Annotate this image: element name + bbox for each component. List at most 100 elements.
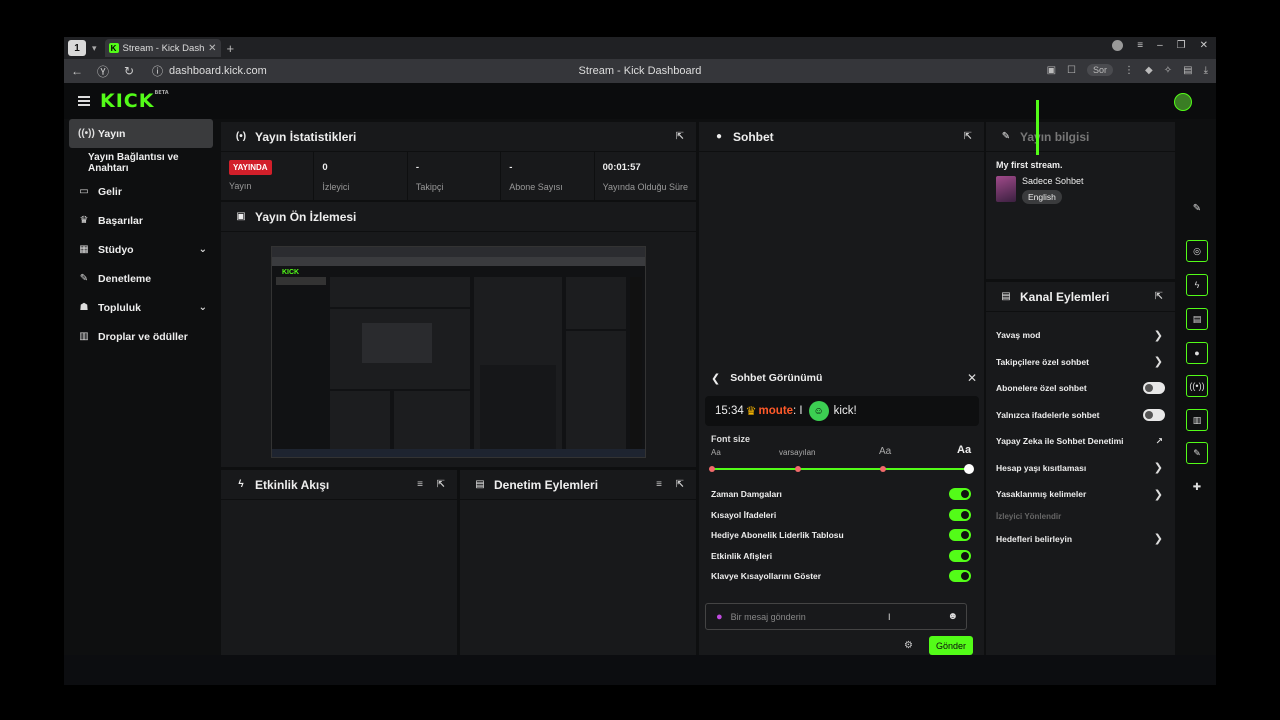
menu-icon[interactable]: ≡ — [1137, 40, 1143, 51]
avatar[interactable] — [1174, 93, 1192, 111]
reload-icon[interactable]: ↻ — [116, 64, 142, 78]
popout-icon[interactable]: ⇱ — [676, 479, 684, 490]
toggle-switch[interactable] — [949, 570, 971, 583]
popout-icon[interactable]: ⇱ — [676, 131, 684, 142]
sidebar-item-droplar[interactable]: ▥ Droplar ve ödüller — [64, 322, 219, 351]
stat-subscribers: - Abone Sayısı — [501, 152, 595, 200]
action-subscribers-only[interactable]: Abonelere özel sohbet — [986, 375, 1175, 402]
yandex-icon[interactable]: Ⓨ — [90, 63, 116, 80]
more-icon[interactable]: ⋮ — [1124, 65, 1134, 76]
action-ai-moderation[interactable]: Yapay Zeka ile Sohbet Denetimi ↗ — [986, 428, 1175, 455]
rail-activity-button[interactable]: ϟ — [1186, 274, 1208, 296]
emoji-icon[interactable]: ☻ — [947, 611, 958, 622]
stat-followers: - Takipçi — [408, 152, 502, 200]
toggle-switch[interactable] — [949, 508, 971, 521]
rail-channel-actions-button[interactable]: ▥ — [1186, 409, 1208, 431]
activity-panel-header: ϟ Etkinlik Akışı ≡ ⇱ — [221, 470, 457, 500]
back-icon[interactable]: ← — [64, 64, 90, 78]
rail-info-button[interactable]: ✎ — [1186, 442, 1208, 464]
gear-icon[interactable]: ⚙ — [904, 640, 913, 651]
edit-icon[interactable]: ✎ — [1186, 197, 1208, 219]
activity-panel: ϟ Etkinlik Akışı ≡ ⇱ — [221, 470, 457, 655]
collections-icon[interactable]: ▤ — [1183, 65, 1192, 76]
chat-message-input[interactable]: ● Bir mesaj gönderin I ☻ — [705, 603, 967, 630]
toggle-switch[interactable] — [949, 549, 971, 562]
filter-icon[interactable]: ≡ — [656, 479, 662, 490]
sidebar-item-topluluk[interactable]: ☗ Topluluk ⌄ — [64, 293, 219, 322]
toggle-row-keyboard-shortcuts[interactable]: Klavye Kısayollarını Göster — [705, 566, 979, 587]
action-set-goals[interactable]: Hedefleri belirleyin ❯ — [986, 526, 1175, 553]
action-banned-words[interactable]: Yasaklanmış kelimeler ❯ — [986, 481, 1175, 508]
activity-panel-title: Etkinlik Akışı — [255, 477, 330, 492]
rail-chat-button[interactable]: ● — [1186, 342, 1208, 364]
toggle-row-timestamps[interactable]: Zaman Damgaları — [705, 484, 979, 505]
toggle-switch[interactable] — [949, 488, 971, 501]
download-icon[interactable]: ⤓ — [1204, 65, 1208, 76]
chat-bubble-icon: ● — [715, 131, 723, 142]
chat-send-row: ⚙ Gönder — [705, 636, 973, 656]
broadcast-icon: ◎ — [1193, 245, 1201, 256]
rail-broadcast-button[interactable]: ((•)) — [1186, 375, 1208, 397]
category-name[interactable]: Sadece Sohbet — [1022, 176, 1084, 186]
chevron-right-icon: ❯ — [1153, 533, 1163, 546]
sidebar-item-denetleme[interactable]: ✎ Denetleme — [64, 264, 219, 293]
font-size-slider[interactable] — [709, 462, 974, 476]
maximize-button[interactable]: ❐ — [1177, 40, 1186, 51]
kick-logo[interactable]: KICKBETA — [100, 90, 169, 112]
address-bar: ← Ⓨ ↻ ⓘ dashboard.kick.com Stream - Kick… — [64, 59, 1216, 83]
tab-counter[interactable]: 1 — [68, 40, 86, 56]
toggle-switch[interactable] — [949, 529, 971, 542]
sidebar-item-yayin[interactable]: ((•)) Yayın — [69, 119, 213, 148]
new-tab-button[interactable]: + — [227, 41, 235, 56]
site-info-icon[interactable]: ⓘ — [152, 63, 163, 79]
extension-icon[interactable]: ▣ — [1047, 65, 1056, 76]
close-tab-icon[interactable]: ✕ — [208, 43, 216, 54]
sidebar-item-studyo[interactable]: ▦ Stüdyo ⌄ — [64, 235, 219, 264]
puzzle-icon[interactable]: ✧ — [1164, 65, 1172, 76]
mod-actions-panel-title: Denetim Eylemleri — [494, 477, 599, 492]
rail-mod-actions-button[interactable]: ▤ — [1186, 308, 1208, 330]
browser-tab[interactable]: K Stream - Kick Dashboard ✕ — [104, 39, 221, 57]
add-widget-icon[interactable]: ✚ — [1186, 476, 1208, 498]
rail-stream-button[interactable]: ◎ — [1186, 240, 1208, 262]
action-slow-mode[interactable]: Yavaş mod ❯ — [986, 322, 1175, 349]
popout-icon[interactable]: ⇱ — [964, 131, 972, 142]
hamburger-menu-icon[interactable] — [78, 96, 90, 106]
back-icon[interactable]: ❮ — [711, 372, 720, 385]
profile-icon[interactable] — [1112, 40, 1124, 51]
action-emotes-only[interactable]: Yalnızca ifadelerle sohbet — [986, 402, 1175, 429]
sidebar-item-gelir[interactable]: ▭ Gelir — [64, 177, 219, 206]
chevron-down-icon[interactable]: ▾ — [92, 43, 97, 54]
microphone-icon[interactable]: ● — [716, 611, 723, 623]
action-account-age[interactable]: Hesap yaşı kısıtlaması ❯ — [986, 455, 1175, 482]
slider-knob[interactable] — [964, 464, 974, 474]
minimize-button[interactable]: – — [1157, 40, 1163, 51]
close-icon[interactable]: ✕ — [967, 371, 977, 385]
url-text[interactable]: dashboard.kick.com — [169, 65, 267, 77]
bookmark-icon[interactable]: ☐ — [1067, 65, 1076, 76]
text-cursor-icon: I — [888, 611, 891, 622]
toggle-switch[interactable] — [1143, 382, 1165, 395]
wrench-icon: ✎ — [79, 273, 89, 284]
stream-info-panel: ✎ Yayın bilgisi My first stream. Sadece … — [986, 122, 1175, 279]
filter-icon[interactable]: ≡ — [417, 479, 423, 490]
shield-icon[interactable]: ◆ — [1145, 65, 1153, 76]
toggle-row-gift-leaderboard[interactable]: Hediye Abonelik Liderlik Tablosu — [705, 525, 979, 546]
chat-appearance-settings: ❮ Sohbet Görünümü ✕ 15:34 ♛ moute: I ☺ k… — [705, 368, 979, 587]
popout-icon[interactable]: ⇱ — [1155, 291, 1163, 302]
tab-title: Stream - Kick Dashboard — [122, 42, 206, 54]
stream-preview-video[interactable]: KICK — [271, 246, 646, 458]
sidebar-item-stream-key[interactable]: Yayın Bağlantısı ve Anahtarı — [64, 148, 219, 177]
action-followers-only[interactable]: Takipçilere özel sohbet ❯ — [986, 349, 1175, 376]
toggle-switch[interactable] — [1143, 408, 1165, 421]
browser-tab-bar: 1 ▾ K Stream - Kick Dashboard ✕ + ≡ – ❐ … — [64, 37, 1216, 59]
popout-icon[interactable]: ⇱ — [437, 479, 445, 490]
trophy-icon: ♛ — [79, 215, 89, 226]
sor-button[interactable]: Sor — [1087, 64, 1114, 76]
toggle-row-event-banners[interactable]: Etkinlik Afişleri — [705, 546, 979, 567]
close-window-button[interactable]: ✕ — [1200, 40, 1208, 51]
send-button[interactable]: Gönder — [929, 636, 973, 655]
toggle-row-emote-shortcuts[interactable]: Kısayol İfadeleri — [705, 505, 979, 526]
sidebar: ((•)) Yayın Yayın Bağlantısı ve Anahtarı… — [64, 119, 219, 685]
sidebar-item-basarilar[interactable]: ♛ Başarılar — [64, 206, 219, 235]
